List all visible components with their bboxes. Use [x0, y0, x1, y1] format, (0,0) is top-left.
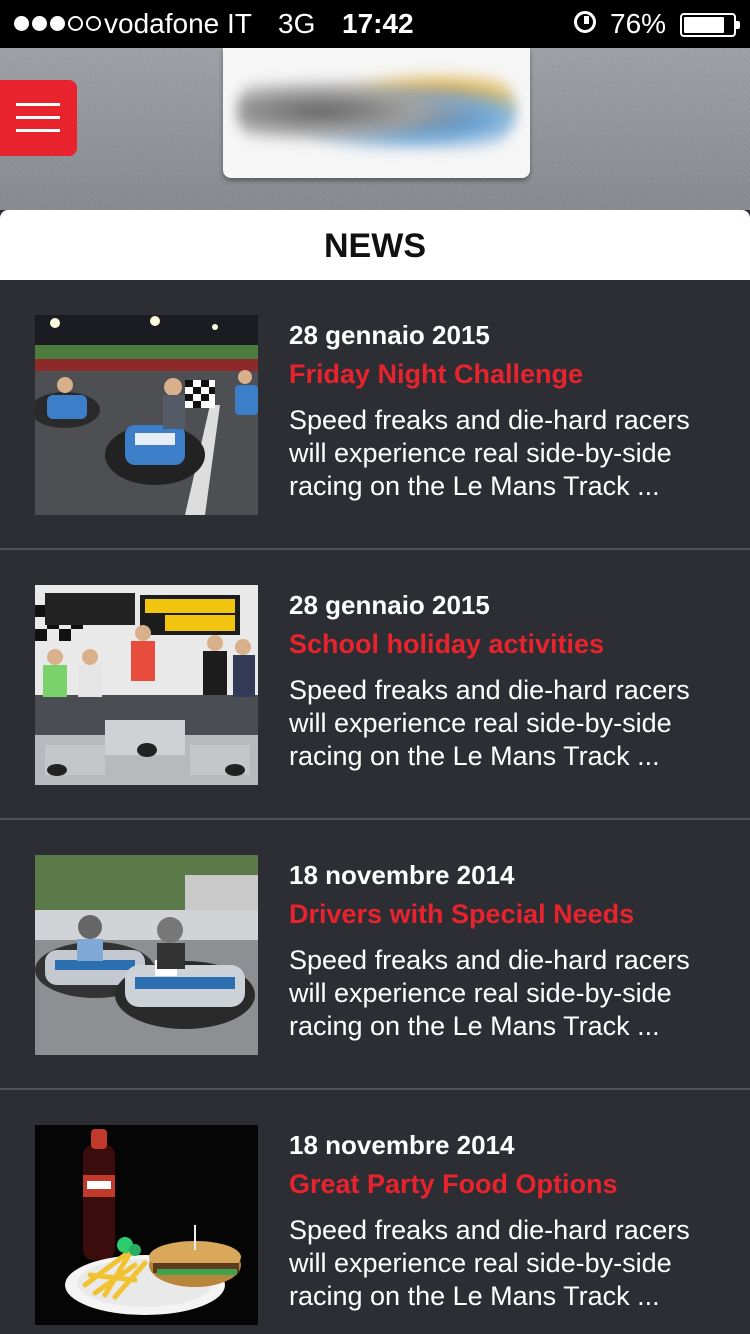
page-title: NEWS [0, 210, 750, 280]
signal-icon [14, 16, 101, 31]
news-title-link[interactable]: Friday Night Challenge [289, 359, 583, 390]
podium-image [35, 585, 258, 785]
news-thumbnail-karts-night[interactable] [35, 315, 258, 515]
news-excerpt: Speed freaks and die-hard racers will ex… [289, 675, 690, 771]
news-item[interactable]: 18 novembre 2014 Drivers with Special Ne… [0, 820, 750, 1090]
news-title-link[interactable]: School holiday activities [289, 629, 604, 660]
karts-day-image [35, 855, 258, 1055]
blurred-logo-image [237, 72, 517, 150]
news-date: 18 novembre 2014 [289, 1130, 515, 1160]
news-item[interactable]: 28 gennaio 2015 Friday Night Challenge S… [0, 280, 750, 550]
network-type: 3G [278, 8, 316, 39]
news-date: 28 gennaio 2015 [289, 590, 490, 620]
news-title-link[interactable]: Great Party Food Options [289, 1169, 618, 1200]
news-title-link[interactable]: Drivers with Special Needs [289, 899, 634, 930]
news-item[interactable]: 28 gennaio 2015 School holiday activitie… [0, 550, 750, 820]
karts-night-image [35, 315, 258, 515]
clock: 17:42 [342, 8, 414, 39]
battery-icon [680, 13, 740, 37]
news-date: 28 gennaio 2015 [289, 320, 490, 350]
battery-percentage: 76% [610, 8, 667, 39]
news-thumbnail-karts-day[interactable] [35, 855, 258, 1055]
news-date: 18 novembre 2014 [289, 860, 515, 890]
food-image [35, 1125, 258, 1325]
news-excerpt: Speed freaks and die-hard racers will ex… [289, 405, 690, 501]
alarm-icon [574, 11, 596, 33]
app-header [0, 48, 750, 210]
news-item[interactable]: 18 novembre 2014 Great Party Food Option… [0, 1090, 750, 1334]
news-excerpt: Speed freaks and die-hard racers will ex… [289, 945, 690, 1041]
carrier-name: vodafone IT [104, 8, 252, 39]
status-bar: vodafone IT 3G 17:42 76% [0, 0, 750, 48]
news-thumbnail-podium[interactable] [35, 585, 258, 785]
news-thumbnail-food[interactable] [35, 1125, 258, 1325]
hamburger-menu-icon[interactable] [0, 80, 77, 156]
brand-logo[interactable] [223, 48, 530, 178]
news-list: 28 gennaio 2015 Friday Night Challenge S… [0, 280, 750, 1334]
news-excerpt: Speed freaks and die-hard racers will ex… [289, 1215, 690, 1311]
